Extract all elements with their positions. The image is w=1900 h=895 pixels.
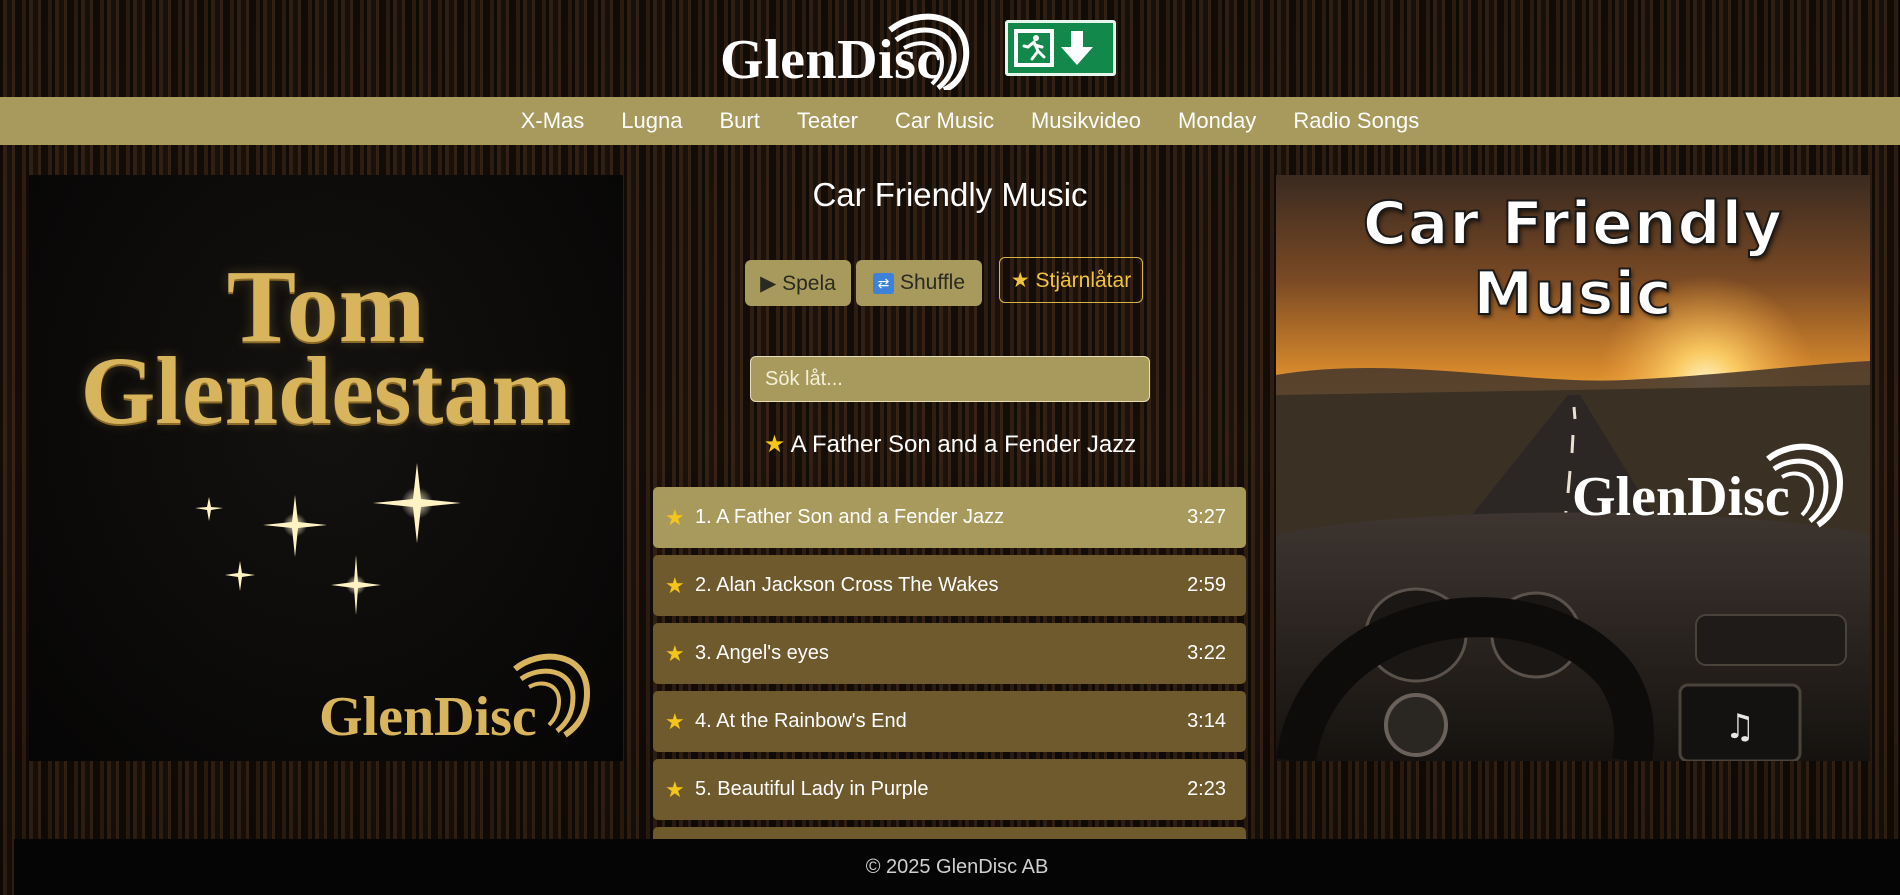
track-duration: 3:22 (1187, 642, 1226, 664)
playlist-cover: ♫ Car Friendly Music GlenDisc (1276, 175, 1870, 761)
star-icon[interactable]: ★ (665, 573, 695, 599)
footer: © 2025 GlenDisc AB (14, 839, 1900, 895)
play-button[interactable]: ▶ Spela (745, 260, 851, 306)
logo-text: GlenDisc (720, 29, 942, 91)
track-title: 5. Beautiful Lady in Purple (695, 778, 929, 800)
track-title: 2. Alan Jackson Cross The Wakes (695, 574, 999, 596)
cover-glendisc-logo-right: GlenDisc (1572, 435, 1862, 535)
star-icon[interactable]: ★ (665, 777, 695, 803)
track-duration: 2:59 (1187, 574, 1226, 596)
nav-item-musikvideo[interactable]: Musikvideo (1012, 97, 1159, 145)
shuffle-icon: ⇄ (873, 272, 894, 294)
nav-item-car-music[interactable]: Car Music (876, 97, 1012, 145)
artist-cover: Tom Glendestam GlenDisc (29, 175, 623, 761)
track-duration: 3:14 (1187, 710, 1226, 732)
glendisc-logo[interactable]: GlenDisc (720, 6, 982, 91)
shuffle-button[interactable]: ⇄ Shuffle (856, 260, 982, 306)
emergency-exit-download-icon[interactable] (1005, 20, 1116, 76)
track-row[interactable]: ★ 4. At the Rainbow's End 3:14 (653, 691, 1246, 752)
star-icon[interactable]: ★ (665, 709, 695, 735)
now-playing: ★ A Father Son and a Fender Jazz (650, 430, 1250, 459)
track-duration: 2:23 (1187, 778, 1226, 800)
main-nav: X-Mas Lugna Burt Teater Car Music Musikv… (0, 97, 1900, 145)
star-icon[interactable]: ★ (665, 641, 695, 667)
nav-item-monday[interactable]: Monday (1160, 97, 1275, 145)
track-duration: 3:27 (1187, 506, 1226, 528)
track-row-partial[interactable] (653, 827, 1246, 839)
page-title: Car Friendly Music (812, 176, 1088, 213)
header: GlenDisc (0, 0, 1900, 97)
track-title: 1. A Father Son and a Fender Jazz (695, 506, 1005, 528)
nav-item-radio-songs[interactable]: Radio Songs (1275, 97, 1438, 145)
cover-title: Car Friendly Music (1362, 188, 1784, 330)
now-playing-title: A Father Son and a Fender Jazz (790, 431, 1137, 458)
track-row[interactable]: ★ 5. Beautiful Lady in Purple 2:23 (653, 759, 1246, 820)
track-row[interactable]: ★ 1. A Father Son and a Fender Jazz 3:27 (653, 487, 1246, 548)
nav-item-x-mas[interactable]: X-Mas (502, 97, 603, 145)
star-icon[interactable]: ★ (665, 505, 695, 531)
svg-text:♫: ♫ (1725, 707, 1755, 747)
track-row[interactable]: ★ 2. Alan Jackson Cross The Wakes 2:59 (653, 555, 1246, 616)
nav-item-burt[interactable]: Burt (701, 97, 778, 145)
nav-item-teater[interactable]: Teater (778, 97, 876, 145)
nav-item-lugna[interactable]: Lugna (603, 97, 701, 145)
copyright-text: © 2025 GlenDisc AB (865, 856, 1049, 878)
track-title: 4. At the Rainbow's End (695, 710, 907, 732)
track-title: 3. Angel's eyes (695, 642, 829, 664)
starred-songs-button[interactable]: ★ Stjärnlåtar (999, 257, 1143, 303)
track-row[interactable]: ★ 3. Angel's eyes 3:22 (653, 623, 1246, 684)
now-playing-star-icon: ★ (763, 431, 786, 458)
search-input[interactable] (750, 356, 1150, 402)
track-list: ★ 1. A Father Son and a Fender Jazz 3:27… (653, 487, 1246, 839)
